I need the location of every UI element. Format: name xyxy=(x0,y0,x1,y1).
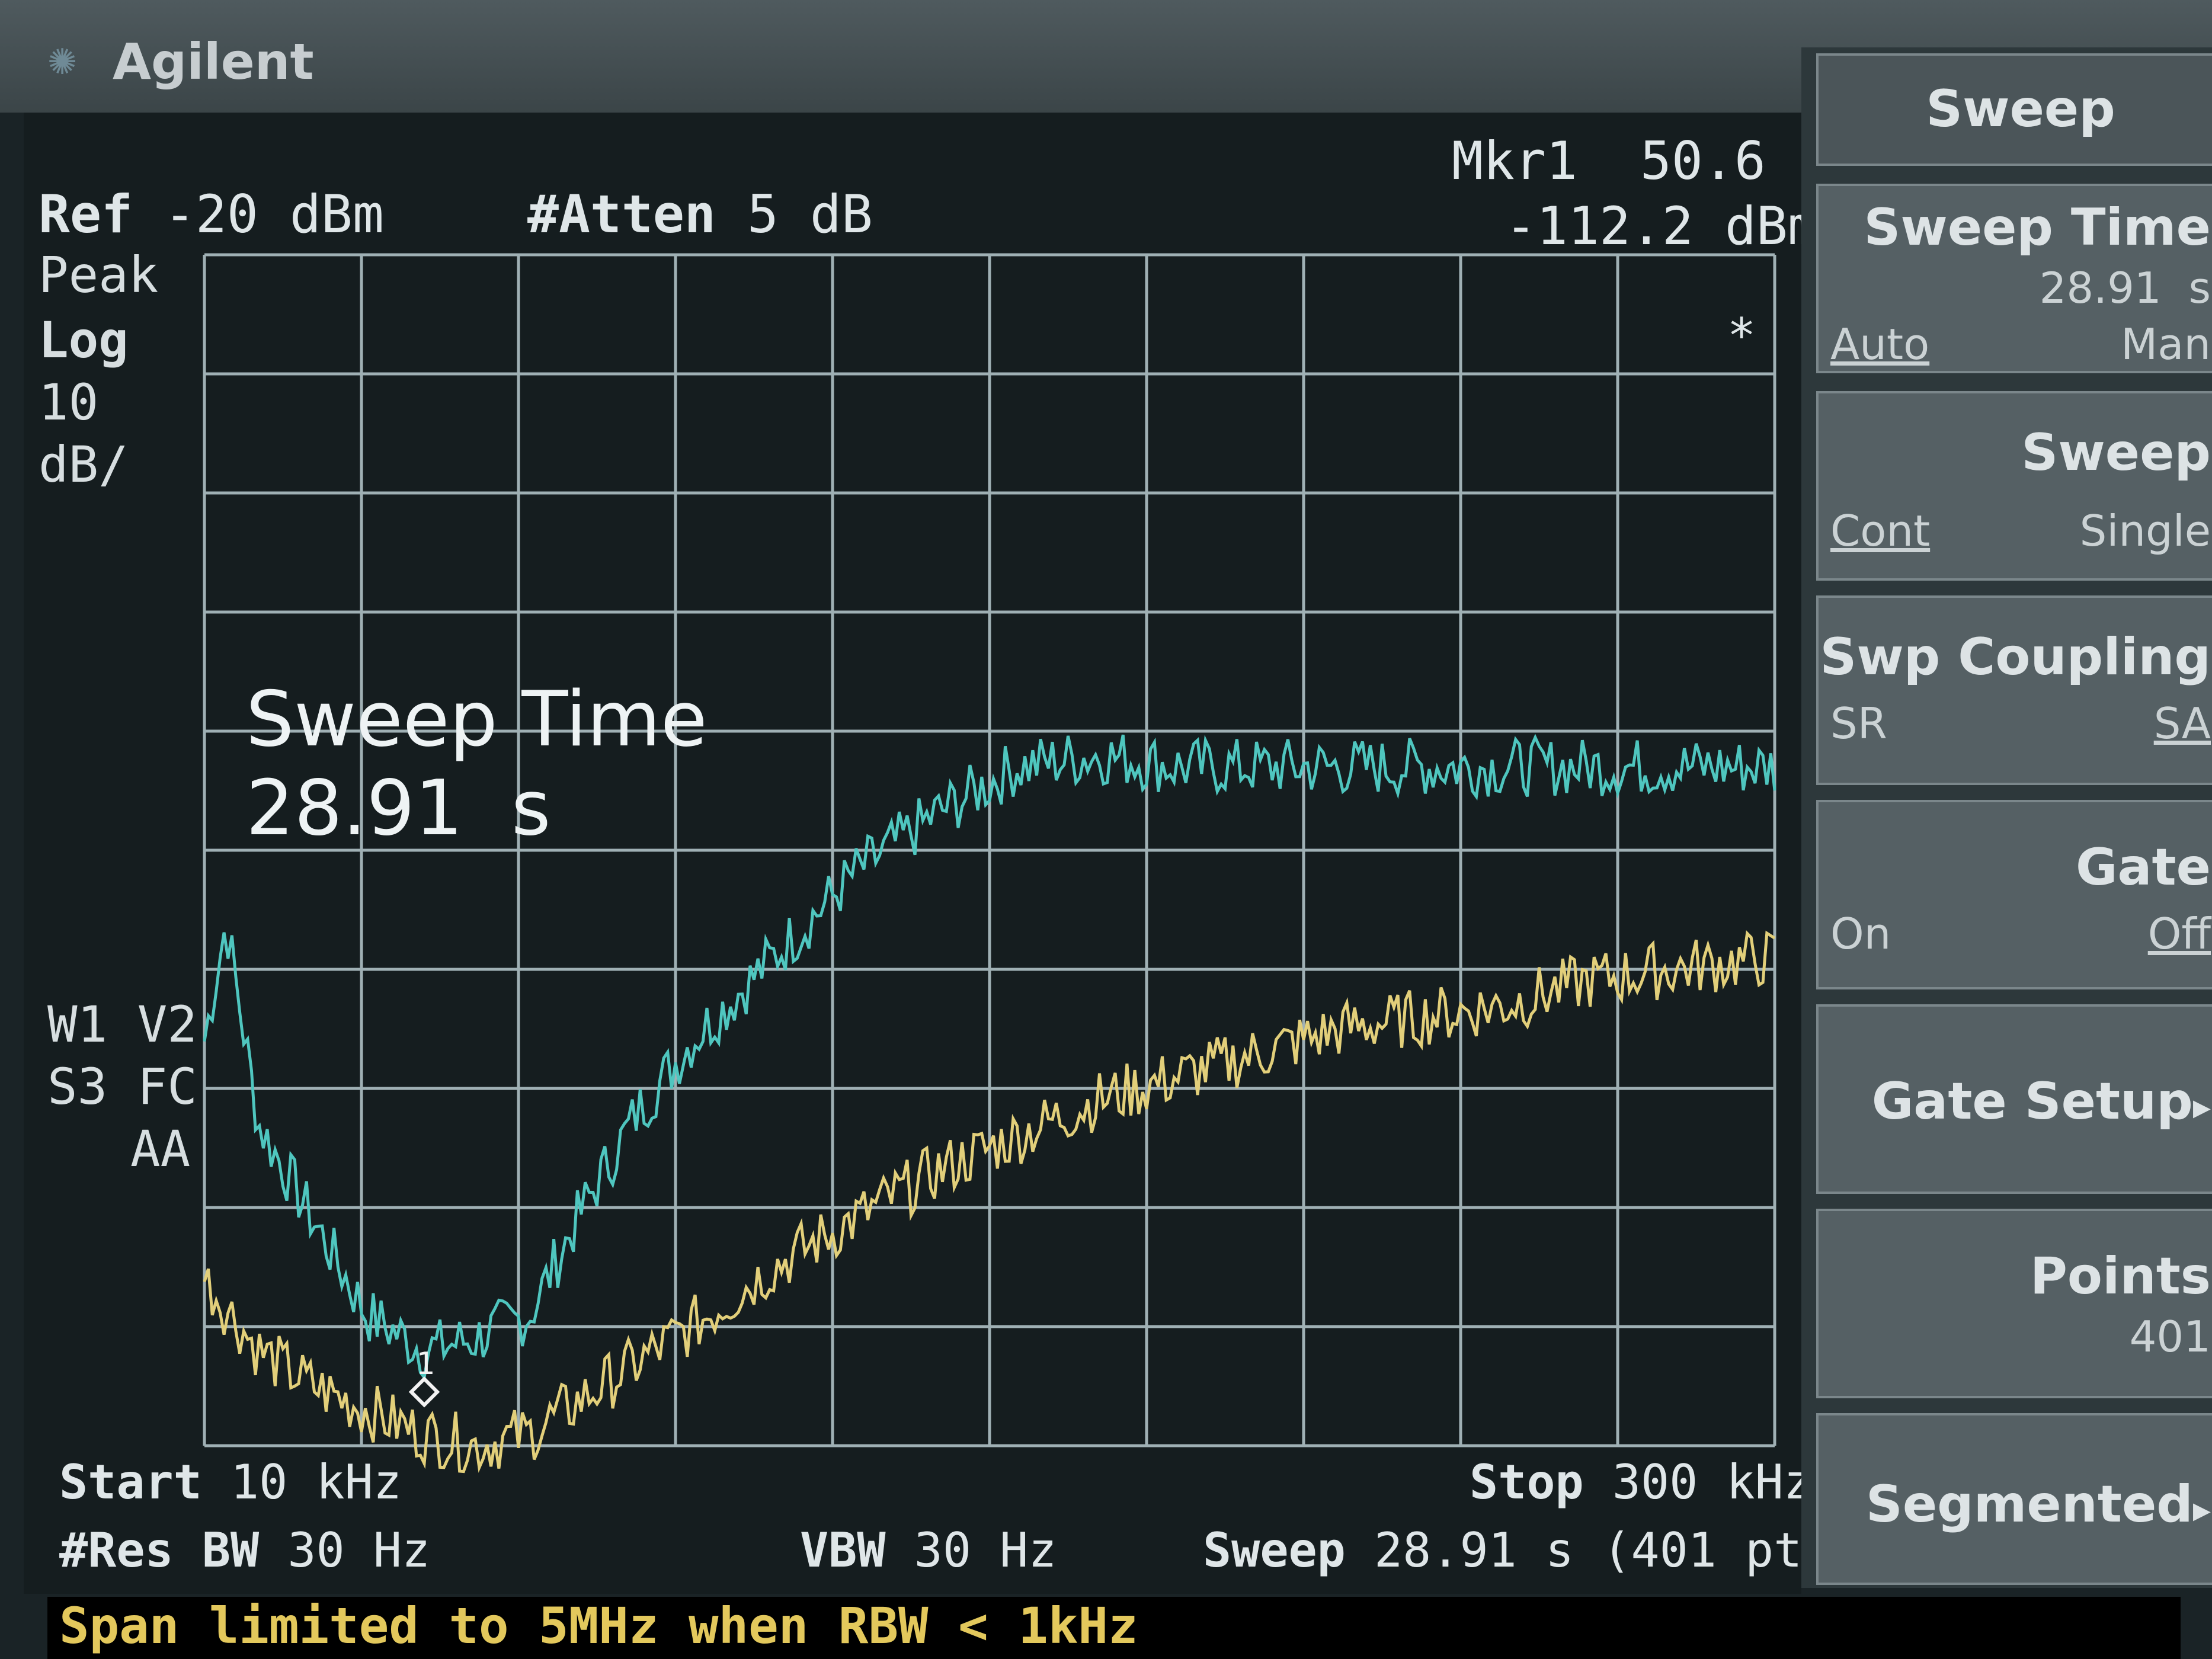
overlay-value-line: 28.91 s xyxy=(246,764,551,853)
submenu-arrow-icon: ▸ xyxy=(2192,1086,2211,1128)
gate-label: Gate xyxy=(2075,838,2211,897)
gate-softkey[interactable]: Gate On Off xyxy=(1816,800,2212,989)
sweep-mode-softkey[interactable]: Sweep Cont Single xyxy=(1816,391,2212,581)
points-softkey[interactable]: Points 401 xyxy=(1816,1209,2212,1398)
coupling-sa-option: SA xyxy=(2153,699,2211,748)
sweep-time-softkey[interactable]: Sweep Time 28.91 s Auto Man xyxy=(1816,184,2212,373)
marker-number: 1 xyxy=(416,1346,434,1382)
sweep-single-option: Single xyxy=(2079,506,2211,556)
submenu-arrow-icon: ▸ xyxy=(2192,1489,2211,1530)
sweep-time-value: 28.91 xyxy=(2039,263,2162,313)
points-value: 401 xyxy=(2129,1312,2211,1362)
gate-setup-label: Gate Setup▸ xyxy=(1872,1072,2211,1131)
rbw-label: #Res BW xyxy=(59,1523,260,1578)
status-message: Span limited to 5MHz when RBW < 1kHz xyxy=(59,1597,1138,1655)
sweep-time-label: Sweep Time xyxy=(1864,198,2211,257)
gate-on-option: On xyxy=(1830,909,1891,959)
swp-coupling-label: Swp Coupling xyxy=(1820,627,2211,687)
vbw-label: VBW xyxy=(800,1523,886,1578)
sweep-cont-option: Cont xyxy=(1830,506,1931,556)
sweep-time-value-line: 28.91 s xyxy=(2040,263,2211,313)
marker-diamond-icon xyxy=(408,1376,440,1408)
rbw-value: 30 Hz xyxy=(287,1523,431,1578)
start-value: 10 kHz xyxy=(231,1455,402,1510)
sweep-mode-label: Sweep xyxy=(2021,423,2211,482)
sweep-time-unit: s xyxy=(2188,263,2211,313)
sweep-readout: Sweep 28.91 s (401 pts) xyxy=(1203,1523,1859,1578)
sweep-time-auto-option: Auto xyxy=(1830,319,1930,369)
rbw-readout: #Res BW 30 Hz xyxy=(59,1523,430,1578)
gate-setup-text: Gate Setup xyxy=(1871,1072,2193,1131)
stop-value: 300 kHz xyxy=(1612,1455,1812,1510)
gate-off-option: Off xyxy=(2147,909,2211,959)
points-label: Points xyxy=(2029,1247,2211,1306)
start-label: Start xyxy=(59,1455,202,1510)
coupling-sr-option: SR xyxy=(1830,699,1887,748)
swp-coupling-softkey[interactable]: Swp Coupling SR SA xyxy=(1816,595,2212,785)
start-freq-readout: Start 10 kHz xyxy=(59,1455,402,1510)
segmented-text: Segmented xyxy=(1865,1475,2193,1534)
overlay-value: 28.91 xyxy=(246,764,463,853)
softkey-panel: Sweep Sweep Time 28.91 s Auto Man Sweep … xyxy=(1801,47,2212,1588)
overlay-unit: s xyxy=(511,764,551,853)
sweep-value: 28.91 s (401 pts) xyxy=(1374,1523,1859,1578)
vbw-value: 30 Hz xyxy=(914,1523,1057,1578)
gate-setup-softkey[interactable]: Gate Setup▸ xyxy=(1816,1004,2212,1194)
softkey-menu-title: Sweep xyxy=(1816,53,2212,166)
stop-freq-readout: Stop 300 kHz xyxy=(1470,1455,1812,1510)
vbw-readout: VBW 30 Hz xyxy=(800,1523,1057,1578)
segmented-label: Segmented▸ xyxy=(1866,1475,2211,1534)
menu-title-label: Sweep xyxy=(1926,79,2115,139)
segmented-softkey[interactable]: Segmented▸ xyxy=(1816,1413,2212,1585)
status-bar: Span limited to 5MHz when RBW < 1kHz xyxy=(47,1597,2181,1659)
overlay-title: Sweep Time xyxy=(246,675,708,764)
sweep-time-man-option: Man xyxy=(2121,319,2211,369)
stop-label: Stop xyxy=(1470,1455,1584,1510)
sweep-label: Sweep xyxy=(1203,1523,1346,1578)
